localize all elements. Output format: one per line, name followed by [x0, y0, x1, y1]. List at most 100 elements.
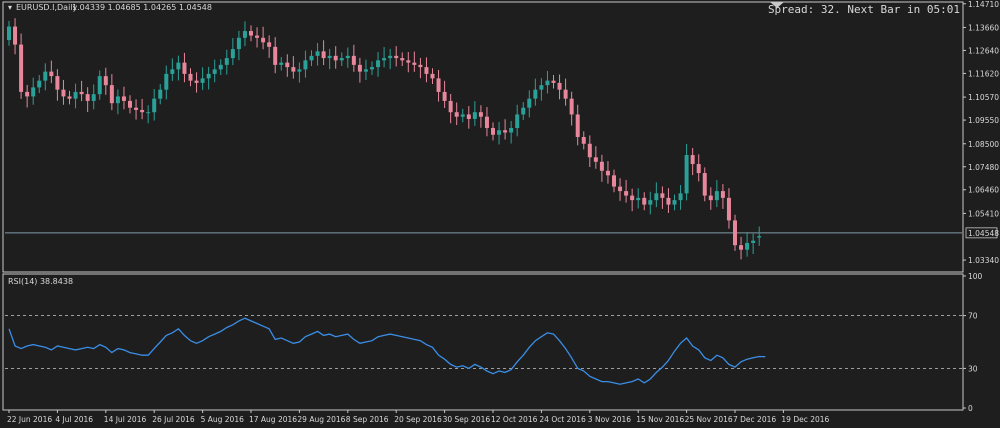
x-tick-label: 8 Sep 2016: [346, 415, 389, 424]
candle-body: [545, 80, 550, 86]
candle-body: [491, 127, 495, 135]
candle-body: [182, 62, 187, 74]
candle-body: [478, 112, 483, 117]
candle-body: [569, 98, 574, 115]
candle-body: [176, 62, 181, 70]
price-tick-label: 1.07480: [968, 163, 999, 172]
chart-window: ▾ EURUSD.I,Daily 1.04339 1.04685 1.04265…: [0, 0, 1000, 428]
candle-body: [406, 60, 411, 63]
candle-body: [376, 60, 381, 68]
price-tick-label: 1.14710: [968, 0, 999, 9]
candle-body: [720, 191, 725, 198]
candle-body: [370, 67, 374, 70]
candle-body: [484, 116, 489, 128]
candle-body: [218, 64, 223, 70]
candle-body: [751, 240, 756, 243]
candle-body: [321, 51, 326, 59]
x-tick-label: 12 Oct 2016: [491, 415, 538, 424]
candle-body: [460, 114, 465, 117]
candle-body: [339, 58, 344, 61]
candle-body: [708, 195, 713, 201]
candle-body: [636, 197, 641, 201]
candle-body: [726, 197, 731, 221]
candle-body: [418, 64, 423, 68]
price-tick-label: 1.03340: [968, 256, 999, 265]
rsi-tick-label: 0: [968, 404, 973, 413]
candle-body: [194, 80, 199, 83]
x-tick-label: 14 Jul 2016: [104, 415, 147, 424]
candle-body: [642, 197, 647, 205]
candle-body: [442, 91, 447, 101]
candle-body: [103, 76, 108, 86]
candle-body: [309, 55, 314, 61]
candle-body: [279, 62, 284, 65]
candle-body: [170, 69, 175, 74]
candle-body: [678, 193, 683, 201]
candle-body: [436, 78, 441, 92]
rsi-tick-label: 30: [968, 364, 978, 373]
candle-body: [242, 31, 247, 38]
price-tick-label: 1.10570: [968, 93, 999, 102]
candle-body: [315, 51, 320, 56]
candle-body: [267, 42, 272, 47]
price-tick-label: 1.13660: [968, 23, 999, 32]
candle-body: [575, 114, 580, 137]
rsi-tick-label: 70: [968, 312, 978, 321]
candle-body: [91, 94, 96, 101]
ohlc-values: 1.04339 1.04685 1.04265 1.04548: [72, 3, 212, 12]
candle-body: [85, 94, 90, 101]
candle-body: [49, 71, 54, 77]
x-tick-label: 4 Jul 2016: [55, 415, 93, 424]
candle-body: [351, 55, 356, 65]
candle-body: [164, 73, 169, 90]
candle-body: [61, 89, 66, 97]
candle-body: [19, 44, 24, 92]
candle-body: [466, 114, 471, 119]
candle-body: [587, 143, 592, 158]
candle-body: [37, 80, 42, 88]
chart-menu-arrow-icon[interactable]: ▾: [8, 3, 12, 12]
candle-body: [612, 175, 616, 187]
price-tick-label: 1.08500: [968, 140, 999, 149]
candle-body: [654, 193, 659, 201]
candle-body: [454, 112, 459, 117]
candle-body: [285, 62, 290, 68]
chart-background: [0, 0, 1000, 428]
current-price-label: 1.04548: [968, 229, 999, 238]
candle-body: [273, 46, 278, 65]
candle-body: [684, 155, 689, 194]
spread-info: Spread: 32. Next Bar in 05:01: [768, 3, 960, 16]
candle-body: [394, 55, 399, 59]
candle-body: [291, 67, 296, 72]
candle-body: [412, 62, 417, 65]
candle-body: [593, 157, 598, 162]
candle-body: [581, 137, 586, 144]
candle-body: [599, 161, 604, 171]
candle-body: [618, 186, 623, 192]
x-tick-label: 26 Jul 2016: [152, 415, 195, 424]
candle-body: [140, 109, 145, 113]
candle-body: [363, 69, 368, 72]
candle-body: [7, 26, 11, 41]
candle-body: [448, 100, 453, 113]
candle-body: [55, 76, 60, 90]
price-tick-label: 1.11620: [968, 69, 999, 78]
candle-body: [624, 191, 629, 196]
candle-body: [400, 58, 405, 61]
candle-body: [357, 64, 362, 72]
x-tick-label: 29 Aug 2016: [297, 415, 345, 424]
rsi-tick-label: 100: [968, 272, 983, 281]
candle-body: [115, 96, 120, 104]
x-tick-label: 22 Jun 2016: [7, 415, 52, 424]
x-tick-label: 17 Aug 2016: [249, 415, 297, 424]
candle-body: [533, 89, 538, 99]
candle-body: [333, 55, 338, 61]
candle-body: [236, 37, 241, 50]
price-tick-label: 1.06460: [968, 186, 999, 195]
candle-body: [515, 114, 520, 128]
candle-body: [424, 67, 429, 74]
candle-body: [97, 76, 102, 95]
x-tick-label: 24 Oct 2016: [539, 415, 586, 424]
candle-body: [345, 55, 350, 59]
candle-body: [128, 100, 132, 108]
